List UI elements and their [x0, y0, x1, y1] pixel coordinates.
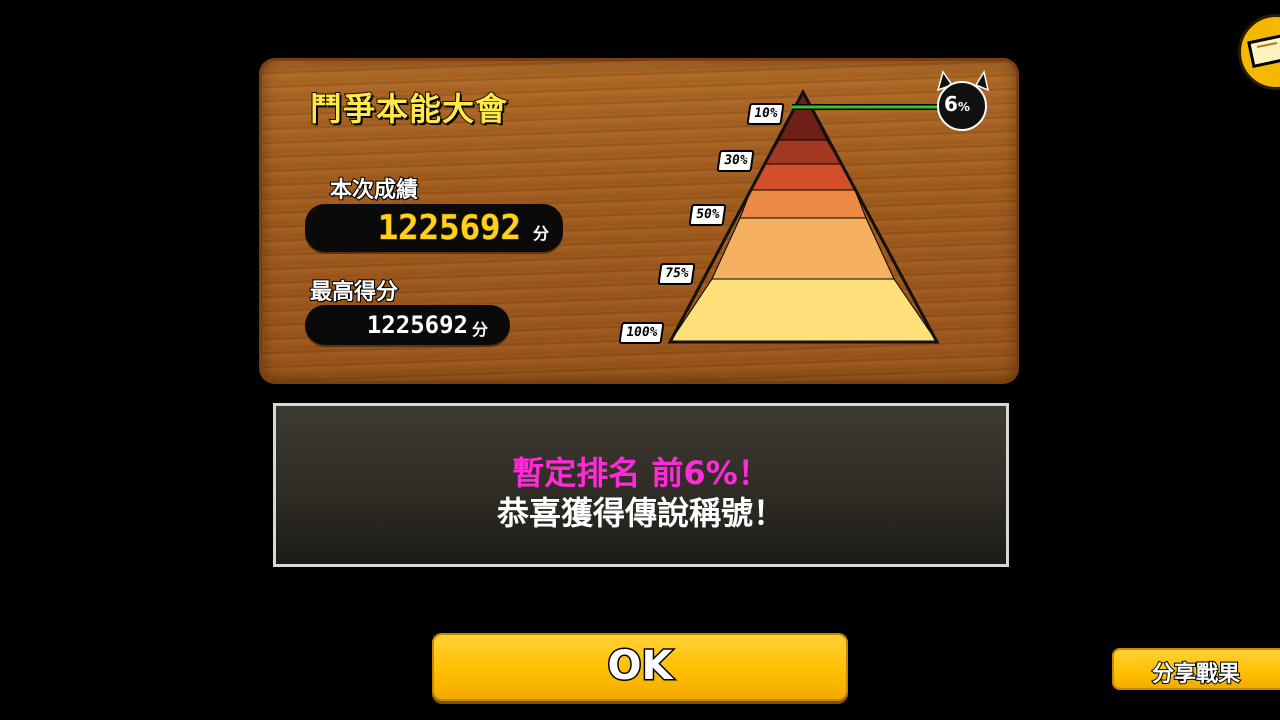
best-score-value: 1225692	[366, 311, 468, 339]
current-score-label: 本次成績	[329, 177, 419, 204]
ok-button[interactable]: OK	[432, 633, 848, 701]
share-results-button[interactable]: 分享戰果	[1112, 648, 1280, 690]
event-title: 鬥爭本能大會	[309, 89, 509, 129]
map-icon[interactable]	[1238, 14, 1280, 90]
current-score-value: 1225692	[377, 208, 521, 249]
tier-75	[711, 217, 895, 280]
best-score-label: 最高得分	[309, 279, 399, 306]
tier-label-10: 10%	[746, 103, 786, 125]
tier-label-100: 100%	[618, 322, 665, 344]
tier-label-50: 50%	[688, 204, 728, 226]
best-score-pill: 1225692 分	[305, 305, 510, 345]
current-score-pill: 1225692 分	[305, 204, 563, 252]
tier-50	[739, 189, 867, 219]
congrats-message: 恭喜獲得傳說稱號！	[496, 494, 785, 532]
result-message-box: 暫定排名 前6%！ 恭喜獲得傳說稱號！	[273, 403, 1009, 567]
tier-top	[778, 90, 828, 141]
tier-100	[669, 278, 938, 343]
tier-label-75: 75%	[657, 263, 697, 285]
share-button-label: 分享戰果	[1151, 661, 1241, 688]
best-score-unit: 分	[471, 320, 488, 339]
rank-marker-value: 6%	[944, 92, 970, 116]
tier-label-30: 30%	[716, 150, 756, 172]
tier-30	[750, 163, 856, 191]
current-score-unit: 分	[532, 224, 549, 243]
ok-button-label: OK	[606, 642, 674, 691]
